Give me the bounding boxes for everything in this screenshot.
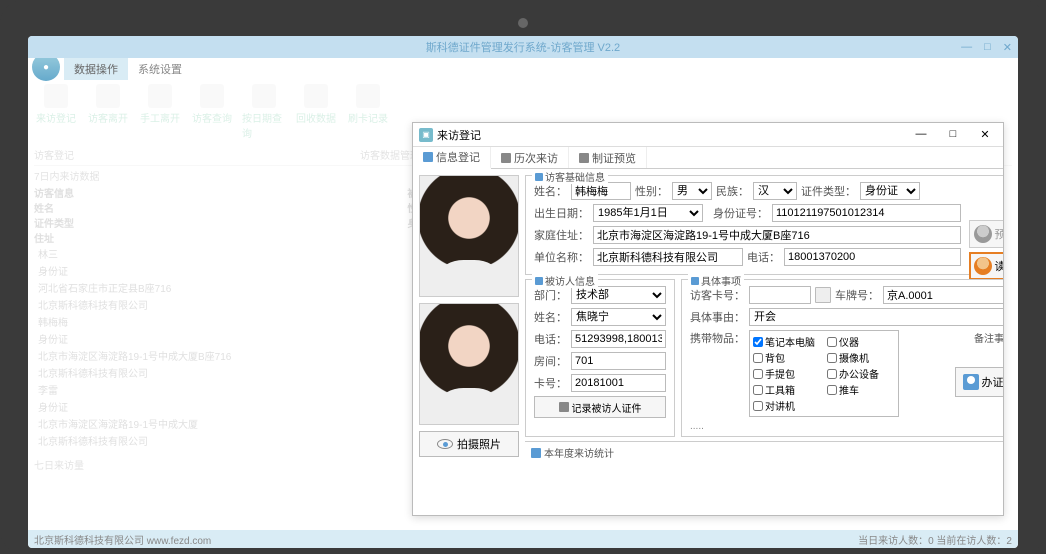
item-checkbox[interactable] (753, 353, 763, 363)
dialog-icon: ▣ (419, 128, 433, 142)
person-gray-icon (974, 225, 992, 243)
maximize-icon[interactable]: □ (984, 41, 991, 54)
nation-select[interactable]: 汉 (753, 182, 797, 200)
person-icon (535, 173, 543, 181)
item-checkbox[interactable] (827, 369, 837, 379)
dialog-title: 来访登记 (437, 127, 481, 143)
visited-name-select[interactable]: 焦晓宁 (571, 308, 666, 326)
name-input[interactable] (571, 182, 631, 200)
footer-company: 北京斯科德科技有限公司 www.fezd.com (34, 532, 211, 547)
issue-card-button[interactable]: 办证登记 (955, 367, 1003, 397)
idno-input[interactable] (772, 204, 961, 222)
appointment-button[interactable]: 预约来访 (969, 220, 1003, 248)
item-checkbox[interactable] (753, 385, 763, 395)
visit-register-dialog: ▣ 来访登记 — □ ✕ 信息登记 历次来访 制证预览 (412, 122, 1004, 516)
carried-items-box: 笔记本电脑仪器背包摄像机手提包办公设备工具箱推车对讲机 (749, 330, 899, 417)
address-input[interactable] (593, 226, 961, 244)
remark-label: 备注事项 (955, 330, 1003, 345)
tablet-camera (518, 18, 528, 28)
card-input[interactable] (571, 374, 666, 392)
read-id-button[interactable]: 读取证件 (969, 252, 1003, 280)
tab-info-register[interactable]: 信息登记 (413, 147, 491, 169)
reason-select[interactable]: 开会 (749, 308, 1003, 326)
dept-select[interactable]: 技术部 (571, 286, 666, 304)
badge-icon (963, 374, 979, 390)
item-checkbox[interactable] (753, 369, 763, 379)
birth-select[interactable]: 1985年1月1日 (593, 204, 703, 222)
room-input[interactable] (571, 352, 666, 370)
capture-photo-button[interactable]: 拍摄照片 (419, 431, 519, 457)
statusbar: 北京斯科德科技有限公司 www.fezd.com 当日来访人数：0 当前在访人数… (28, 530, 1018, 548)
tab-preview[interactable]: 制证预览 (569, 147, 647, 168)
visited-phone-input[interactable] (571, 330, 666, 348)
doc-icon (691, 277, 699, 285)
idtype-select[interactable]: 身份证 (860, 182, 920, 200)
item-checkbox[interactable] (753, 401, 763, 411)
dlg-maximize-icon[interactable]: □ (941, 128, 965, 141)
plate-input[interactable] (883, 286, 1003, 304)
doc-icon (559, 402, 569, 412)
menu-data-ops[interactable]: 数据操作 (64, 58, 128, 80)
menubar: ● 数据操作 系统设置 (28, 58, 1018, 80)
yearly-stats-bar: 本年度来访统计 (525, 441, 1003, 463)
main-window-titlebar: 斯科德证件管理发行系统-访客管理 V2.2 — □ ✕ (28, 36, 1018, 58)
gender-select[interactable]: 男 (672, 182, 712, 200)
person-icon (535, 277, 543, 285)
eye-icon (437, 439, 453, 449)
phone-input[interactable] (784, 248, 961, 266)
card-icon[interactable] (815, 287, 831, 303)
item-checkbox[interactable] (827, 353, 837, 363)
visitor-card-input[interactable] (749, 286, 811, 304)
visitor-photo-1 (419, 175, 519, 297)
visitor-photo-2 (419, 303, 519, 425)
main-window-title: 斯科德证件管理发行系统-访客管理 V2.2 (426, 39, 620, 55)
item-checkbox[interactable] (753, 337, 763, 347)
dlg-close-icon[interactable]: ✕ (973, 128, 997, 141)
tab-history[interactable]: 历次来访 (491, 147, 569, 168)
dlg-minimize-icon[interactable]: — (909, 128, 933, 141)
close-icon[interactable]: ✕ (1003, 41, 1012, 54)
item-checkbox[interactable] (827, 337, 837, 347)
company-input[interactable] (593, 248, 743, 266)
person-orange-icon (974, 257, 992, 275)
menu-system-settings[interactable]: 系统设置 (128, 58, 192, 80)
minimize-icon[interactable]: — (961, 41, 972, 54)
ellipsis: ..... (690, 421, 1003, 432)
footer-stats: 当日来访人数：0 当前在访人数：2 (858, 532, 1012, 547)
chart-icon (531, 448, 541, 458)
item-checkbox[interactable] (827, 385, 837, 395)
record-visited-button[interactable]: 记录被访人证件 (534, 396, 666, 418)
